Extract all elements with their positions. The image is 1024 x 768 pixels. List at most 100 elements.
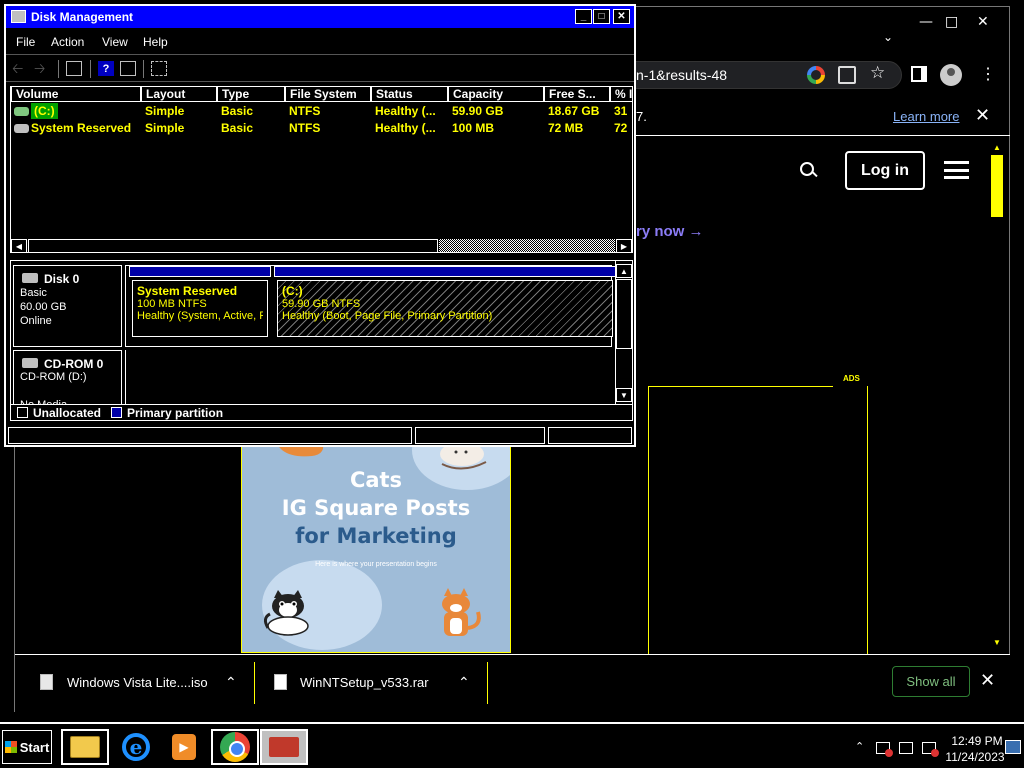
ads-label: ADS	[843, 374, 860, 383]
drive-icon	[14, 107, 29, 116]
cdrom-0-area[interactable]	[125, 350, 612, 404]
forward-arrow-icon[interactable]: 🡢	[34, 58, 50, 76]
address-bar-text[interactable]: n-1&results-48	[636, 67, 727, 83]
toolbar-separator	[58, 60, 59, 78]
disk-management-window: Disk Management _ □ ✕ File Action View H…	[4, 4, 636, 447]
column-header-filesystem[interactable]: File System	[285, 87, 371, 102]
scrollbar-track[interactable]	[439, 239, 615, 252]
taskbar-media-player[interactable]: ▶	[160, 729, 208, 765]
start-button[interactable]: Start	[2, 730, 52, 764]
kebab-menu-icon[interactable]: ⋮	[980, 64, 996, 84]
ad-frame	[648, 386, 868, 654]
menu-file[interactable]: File	[16, 35, 35, 49]
scroll-left-icon[interactable]: ◀	[11, 239, 27, 252]
disk-0-label[interactable]: Disk 0 Basic 60.00 GB Online	[13, 265, 122, 347]
legend-label: Primary partition	[127, 406, 224, 420]
download-filename[interactable]: WinNTSetup_v533.rar	[300, 675, 429, 690]
menu-bar: File Action View Help	[6, 30, 634, 52]
profile-avatar-icon[interactable]	[940, 64, 962, 86]
scroll-down-icon[interactable]: ▼	[616, 388, 632, 402]
taskbar: Start e ▶ ⌃ 12:49 PM 11/24/2023	[0, 722, 1024, 768]
column-header-layout[interactable]: Layout	[141, 87, 217, 102]
taskbar-explorer[interactable]	[61, 729, 109, 765]
help-icon[interactable]: ?	[98, 61, 114, 76]
action-center-flag-icon[interactable]	[876, 742, 893, 757]
side-panel-icon[interactable]	[911, 66, 927, 82]
show-hidden-icons-icon[interactable]: ⌃	[855, 740, 864, 753]
maximize-button[interactable]: □	[593, 9, 610, 24]
clock-date[interactable]: 11/24/2023	[944, 750, 1006, 764]
column-header-type[interactable]: Type	[217, 87, 285, 102]
scroll-up-icon[interactable]: ▲	[616, 264, 632, 278]
back-arrow-icon[interactable]: 🡠	[12, 58, 28, 76]
partition-body[interactable]: (C:) 59.90 GB NTFS Healthy (Boot, Page F…	[277, 280, 613, 337]
view-icon[interactable]	[120, 61, 136, 76]
google-lens-icon[interactable]	[807, 66, 825, 84]
menu-view[interactable]: View	[102, 35, 128, 49]
title-bar[interactable]: Disk Management _ □ ✕	[6, 6, 634, 28]
scrollbar-thumb[interactable]	[28, 239, 438, 252]
try-now-link[interactable]: ry now →	[636, 223, 704, 240]
settings-icon[interactable]	[151, 61, 167, 76]
cell-filesystem: NTFS	[289, 104, 321, 118]
maximize-icon[interactable]: □	[945, 14, 958, 30]
close-icon[interactable]: ✕	[977, 14, 989, 30]
column-header-capacity[interactable]: Capacity	[448, 87, 544, 102]
chevron-up-icon[interactable]: ⌃	[458, 674, 470, 691]
partition-header-bar	[129, 266, 271, 277]
column-header-free-space[interactable]: Free S...	[544, 87, 610, 102]
cdrom-0-label[interactable]: CD-ROM 0 CD-ROM (D:) No Media	[13, 350, 122, 404]
show-desktop-icon[interactable]	[1005, 740, 1021, 754]
disk-graphical-view: Disk 0 Basic 60.00 GB Online System Rese…	[10, 260, 633, 405]
chevron-up-icon[interactable]: ⌃	[225, 674, 237, 691]
taskbar-chrome[interactable]	[211, 729, 259, 765]
close-icon[interactable]: ✕	[975, 105, 990, 126]
template-thumbnail[interactable]: Cats IG Square Posts for Marketing Here …	[241, 440, 511, 653]
share-icon[interactable]	[838, 66, 856, 84]
chevron-down-icon[interactable]: ⌄	[883, 30, 893, 44]
scroll-right-icon[interactable]: ▶	[616, 239, 632, 252]
show-all-button[interactable]: Show all	[892, 666, 970, 697]
clock-time[interactable]: 12:49 PM	[950, 734, 1004, 748]
learn-more-link[interactable]: Learn more	[893, 109, 959, 124]
close-button[interactable]: ✕	[613, 9, 630, 24]
partition-status: Healthy (Boot, Page File, Primary Partit…	[282, 310, 493, 322]
login-button[interactable]: Log in	[845, 151, 925, 190]
partition-body[interactable]: System Reserved 100 MB NTFS Healthy (Sys…	[132, 280, 268, 337]
table-row[interactable]: System Reserved Simple Basic NTFS Health…	[11, 120, 632, 137]
column-header-volume[interactable]: Volume	[11, 87, 141, 102]
disk-kind: Basic	[20, 287, 47, 299]
partition-status: Healthy (System, Active, Pr	[137, 310, 263, 322]
scroll-up-icon[interactable]: ▲	[993, 143, 1001, 152]
page-scrollbar-thumb[interactable]	[991, 155, 1003, 217]
vertical-scrollbar[interactable]: ▲ ▼	[615, 261, 632, 404]
toolbar-separator	[90, 60, 91, 78]
table-row[interactable]: (C:) Simple Basic NTFS Healthy (... 59.9…	[11, 103, 632, 120]
minimize-button[interactable]: _	[575, 9, 592, 24]
legend-swatch-primary	[111, 407, 122, 418]
cell-status: Healthy (...	[375, 104, 436, 118]
partition-system-reserved[interactable]: System Reserved 100 MB NTFS Healthy (Sys…	[129, 266, 271, 346]
close-icon[interactable]: ✕	[980, 670, 995, 691]
partition-c[interactable]: (C:) 59.90 GB NTFS Healthy (Boot, Page F…	[274, 266, 616, 346]
column-header-percent-free[interactable]: % I	[610, 87, 632, 102]
taskbar-disk-management[interactable]	[260, 729, 308, 765]
download-filename[interactable]: Windows Vista Lite....iso	[67, 675, 208, 690]
minimize-icon[interactable]: —	[919, 14, 933, 30]
menu-help[interactable]: Help	[143, 35, 168, 49]
scroll-down-icon[interactable]: ▼	[993, 638, 1001, 647]
taskbar-internet-explorer[interactable]: e	[112, 729, 160, 765]
scrollbar-thumb[interactable]	[616, 279, 632, 349]
hamburger-menu-icon[interactable]	[944, 161, 969, 179]
horizontal-scrollbar[interactable]: ◀ ▶	[11, 239, 632, 252]
cell-volume: (C:)	[31, 103, 58, 119]
search-icon[interactable]	[800, 162, 816, 178]
properties-icon[interactable]	[66, 61, 82, 76]
volume-icon[interactable]	[922, 742, 939, 757]
column-header-status[interactable]: Status	[371, 87, 448, 102]
network-icon[interactable]	[899, 742, 913, 754]
volume-list-header: Volume Layout Type File System Status Ca…	[11, 87, 632, 102]
menu-action[interactable]: Action	[51, 35, 84, 49]
cell-free-space: 18.67 GB	[548, 104, 600, 118]
bookmark-star-icon[interactable]: ☆	[870, 63, 888, 82]
